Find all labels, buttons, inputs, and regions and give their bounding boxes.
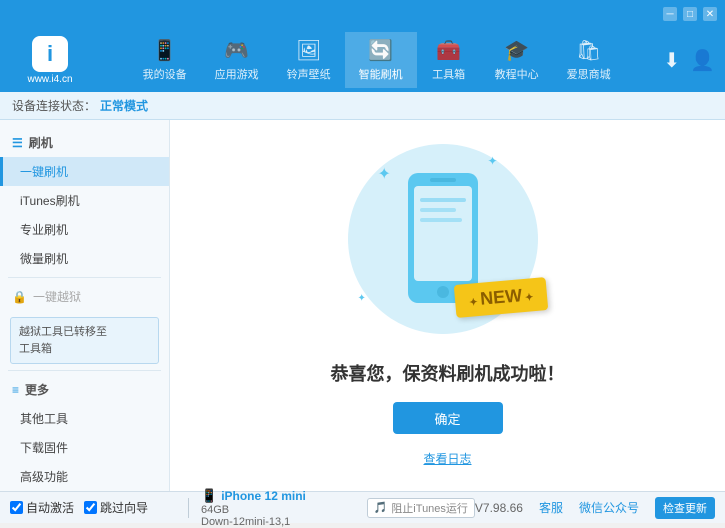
- sidebar-info-box: 越狱工具已转移至工具箱: [10, 317, 159, 364]
- nav-tutorial[interactable]: 🎓 教程中心: [481, 32, 553, 88]
- download-icon[interactable]: ⬇: [663, 48, 680, 73]
- jailbreak-label: 一键越狱: [33, 288, 81, 305]
- nav-items: 📱 我的设备 🎮 应用游戏 🖼 铃声壁纸 🔄 智能刷机 🧰 工具箱 🎓 教程中心…: [100, 32, 653, 88]
- content-area: ✦ ✦ ✦: [170, 120, 725, 491]
- main-content: ☰ 刷机 一键刷机 iTunes刷机 专业刷机 微量刷机 🔒 一键越狱 越狱工具…: [0, 120, 725, 491]
- mall-label: 爱思商城: [567, 66, 611, 82]
- nav-smart-flash[interactable]: 🔄 智能刷机: [345, 32, 417, 88]
- itunes-label: 阻止iTunes运行: [391, 500, 468, 516]
- sidebar-item-micro-flash[interactable]: 微量刷机: [0, 244, 169, 273]
- sidebar-item-pro-flash[interactable]: 专业刷机: [0, 215, 169, 244]
- lock-icon: 🔒: [12, 290, 27, 304]
- sidebar-separator-2: [8, 370, 161, 371]
- status-value: 正常模式: [100, 97, 148, 114]
- minimize-button[interactable]: ─: [663, 7, 677, 21]
- auto-start-label: 自动激活: [26, 499, 74, 516]
- device-info: 📱 iPhone 12 mini 64GB Down-12mini-13,1: [197, 488, 367, 528]
- bottom-bar: 自动激活 跳过向导 📱 iPhone 12 mini 64GB Down-12m…: [0, 491, 725, 523]
- close-button[interactable]: ✕: [703, 7, 717, 21]
- bottom-footer: 🎵 阻止iTunes运行: [367, 498, 475, 518]
- wechat-link[interactable]: 微信公众号: [579, 499, 639, 516]
- nav-app-games[interactable]: 🎮 应用游戏: [201, 32, 273, 88]
- nav-wallpaper[interactable]: 🖼 铃声壁纸: [273, 32, 345, 88]
- sidebar-disabled-jailbreak: 🔒 一键越狱: [0, 282, 169, 311]
- window-controls[interactable]: ─ □ ✕: [663, 7, 717, 21]
- skip-wizard-checkbox[interactable]: 跳过向导: [84, 499, 148, 516]
- my-device-icon: 📱: [152, 38, 177, 63]
- header: i www.i4.cn 📱 我的设备 🎮 应用游戏 🖼 铃声壁纸 🔄 智能刷机 …: [0, 28, 725, 92]
- app-games-icon: 🎮: [224, 38, 249, 63]
- my-device-label: 我的设备: [143, 66, 187, 82]
- skip-wizard-input[interactable]: [84, 501, 97, 514]
- new-badge: NEW: [454, 277, 549, 318]
- auto-start-checkbox[interactable]: 自动激活: [10, 499, 74, 516]
- smart-flash-label: 智能刷机: [359, 66, 403, 82]
- sparkle-2: ✦: [487, 154, 497, 168]
- sidebar-item-advanced[interactable]: 高级功能: [0, 462, 169, 491]
- device-name: iPhone 12 mini: [221, 489, 306, 503]
- sidebar-section-more: ≡ 更多: [0, 375, 169, 404]
- sidebar-item-one-click-flash[interactable]: 一键刷机: [0, 157, 169, 186]
- more-section-label: 更多: [25, 381, 49, 398]
- toolbox-label: 工具箱: [432, 66, 465, 82]
- nav-mall[interactable]: 🛍 爱思商城: [553, 32, 625, 88]
- secondary-link[interactable]: 查看日志: [423, 450, 471, 467]
- auto-start-input[interactable]: [10, 501, 23, 514]
- toolbox-icon: 🧰: [436, 38, 461, 63]
- phone-illustration: ✦ ✦ ✦: [348, 144, 548, 344]
- wallpaper-icon: 🖼: [296, 38, 321, 63]
- sparkle-3: ✦: [358, 293, 366, 304]
- sidebar-item-itunes-flash[interactable]: iTunes刷机: [0, 186, 169, 215]
- flash-section-label: 刷机: [29, 134, 53, 151]
- skip-wizard-label: 跳过向导: [100, 499, 148, 516]
- phone-small-icon: 📱: [201, 488, 217, 504]
- bottom-separator: [188, 498, 189, 518]
- logo[interactable]: i www.i4.cn: [10, 36, 90, 85]
- sidebar-separator-1: [8, 277, 161, 278]
- version-text: V7.98.66: [475, 501, 523, 515]
- info-box-text: 越狱工具已转移至工具箱: [19, 326, 107, 355]
- logo-text: www.i4.cn: [27, 74, 72, 85]
- flash-section-icon: ☰: [12, 136, 23, 150]
- logo-icon: i: [32, 36, 68, 72]
- user-icon[interactable]: 👤: [690, 48, 715, 73]
- status-label: 设备连接状态：: [12, 97, 96, 114]
- nav-my-device[interactable]: 📱 我的设备: [129, 32, 201, 88]
- itunes-icon: 🎵: [374, 501, 388, 514]
- header-right: ⬇ 👤: [663, 48, 715, 73]
- tutorial-label: 教程中心: [495, 66, 539, 82]
- success-card: ✦ ✦ ✦: [331, 144, 565, 467]
- support-link[interactable]: 客服: [539, 499, 563, 516]
- itunes-block[interactable]: 🎵 阻止iTunes运行: [367, 498, 475, 518]
- smart-flash-icon: 🔄: [368, 38, 393, 63]
- phone-circle-bg: ✦ ✦ ✦: [348, 144, 538, 334]
- bottom-right: V7.98.66 客服 微信公众号 检查更新: [475, 497, 715, 519]
- wallpaper-label: 铃声壁纸: [287, 66, 331, 82]
- title-bar: ─ □ ✕: [0, 0, 725, 28]
- sidebar: ☰ 刷机 一键刷机 iTunes刷机 专业刷机 微量刷机 🔒 一键越狱 越狱工具…: [0, 120, 170, 491]
- device-storage: 64GB: [201, 504, 367, 516]
- sparkle-1: ✦: [378, 164, 391, 184]
- sidebar-item-download-firmware[interactable]: 下载固件: [0, 433, 169, 462]
- sidebar-section-flash: ☰ 刷机: [0, 128, 169, 157]
- success-text: 恭喜您，保资料刷机成功啦！: [331, 360, 565, 386]
- update-button[interactable]: 检查更新: [655, 497, 715, 519]
- confirm-button[interactable]: 确定: [393, 402, 503, 434]
- app-games-label: 应用游戏: [215, 66, 259, 82]
- bottom-left: 自动激活 跳过向导: [10, 499, 180, 516]
- nav-toolbox[interactable]: 🧰 工具箱: [417, 32, 481, 88]
- tutorial-icon: 🎓: [504, 38, 529, 63]
- maximize-button[interactable]: □: [683, 7, 697, 21]
- status-bar: 设备连接状态： 正常模式: [0, 92, 725, 120]
- device-os: Down-12mini-13,1: [201, 516, 367, 528]
- sidebar-item-other-tools[interactable]: 其他工具: [0, 404, 169, 433]
- mall-icon: 🛍: [576, 38, 601, 63]
- more-section-icon: ≡: [12, 383, 19, 397]
